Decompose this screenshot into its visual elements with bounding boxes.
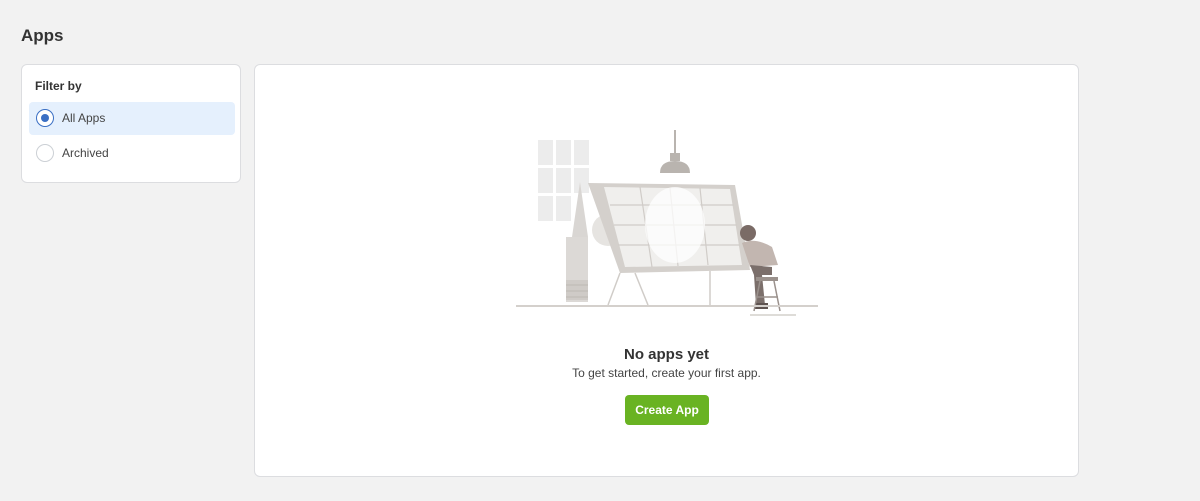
filter-option-label: Archived [62, 146, 109, 160]
radio-all-apps[interactable] [36, 109, 54, 127]
radio-selected-dot [40, 113, 49, 122]
empty-state-subtitle: To get started, create your first app. [572, 366, 761, 380]
empty-state-title: No apps yet [623, 346, 710, 363]
filter-option-archived[interactable]: Archived [29, 137, 235, 170]
filter-option-label: All Apps [62, 111, 106, 125]
radio-archived[interactable] [36, 144, 54, 162]
filter-title: Filter by [35, 79, 82, 93]
filter-option-all-apps[interactable]: All Apps [29, 102, 235, 135]
apps-main-panel: No apps yet To get started, create your … [254, 64, 1079, 477]
create-app-button[interactable]: Create App [625, 395, 709, 425]
empty-state-illustration [516, 130, 818, 316]
filter-panel: Filter by All Apps Archived [21, 64, 241, 183]
page-title: Apps [21, 26, 64, 45]
